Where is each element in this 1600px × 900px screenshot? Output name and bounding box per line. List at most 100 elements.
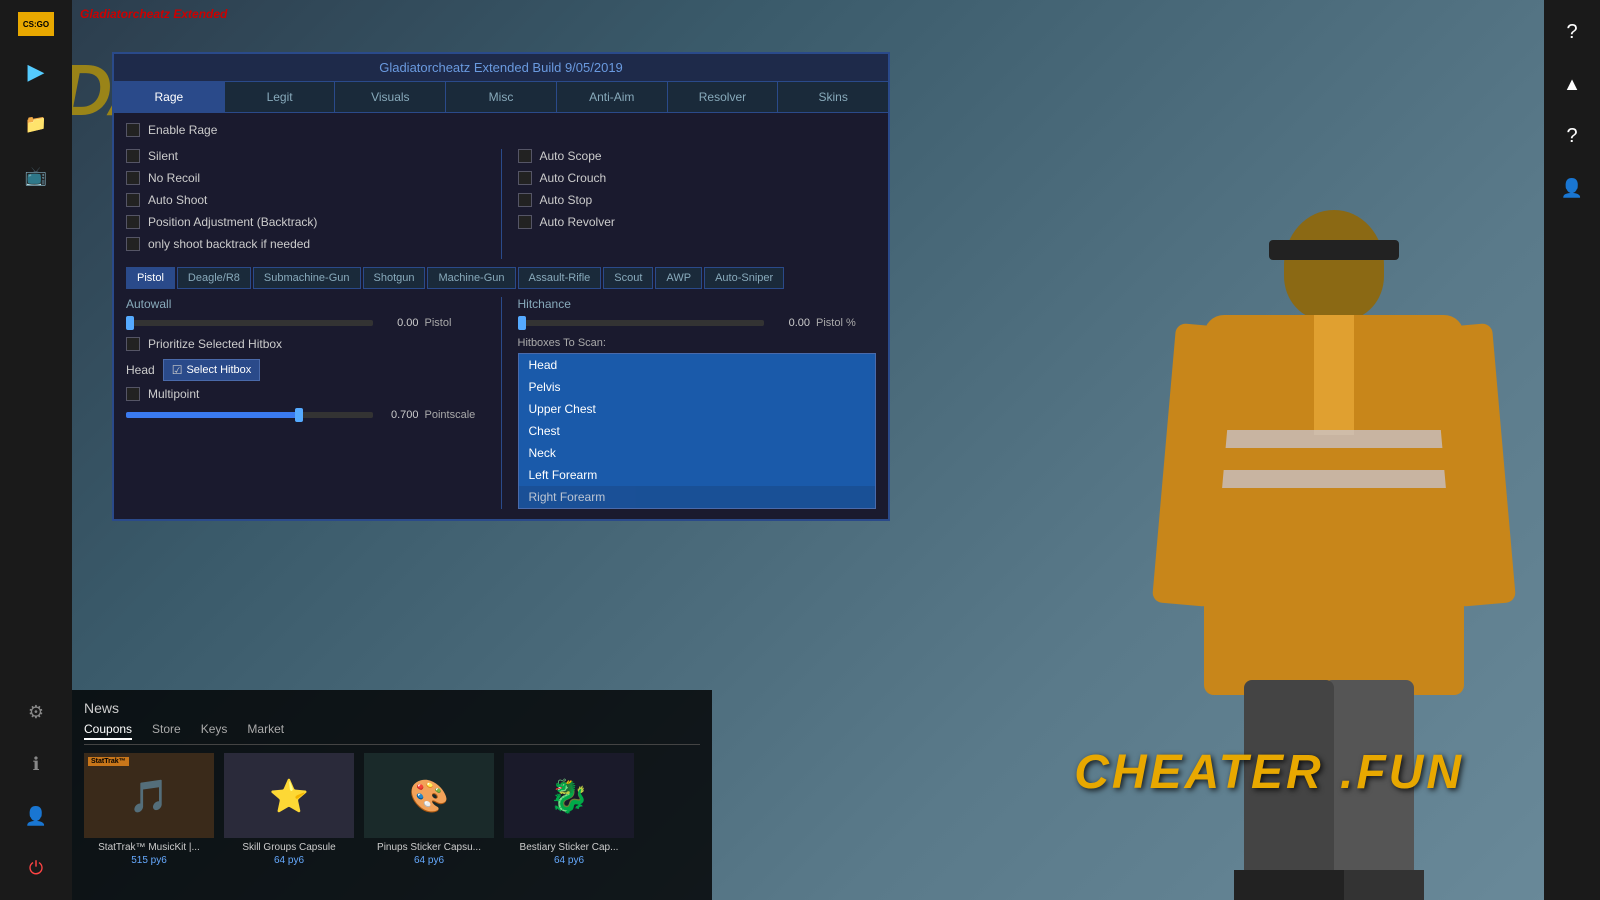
right-up-icon[interactable]: ▲ bbox=[1548, 60, 1596, 108]
checkbox-indicator: ☑ bbox=[172, 363, 183, 377]
hitbox-header: Head ☑ Select Hitbox bbox=[126, 359, 485, 381]
tab-skins[interactable]: Skins bbox=[778, 82, 888, 112]
hitbox-item-neck[interactable]: Neck bbox=[519, 442, 876, 464]
hitbox-dropdown: Head Pelvis Upper Chest Chest Neck Left … bbox=[518, 353, 877, 509]
panel-body: Enable Rage Silent No Recoil A bbox=[114, 113, 888, 519]
auto-stop-label: Auto Stop bbox=[540, 193, 593, 207]
hitchance-title: Hitchance bbox=[518, 297, 877, 311]
auto-revolver-checkbox[interactable] bbox=[518, 215, 532, 229]
sidebar-play-button[interactable]: ▶ bbox=[12, 48, 60, 96]
sidebar-loadout-icon[interactable]: 📁 bbox=[12, 100, 60, 148]
pointscale-thumb[interactable] bbox=[295, 408, 303, 422]
weapon-tab-machine-gun[interactable]: Machine-Gun bbox=[427, 267, 515, 289]
news-icon-3: 🎨 bbox=[409, 777, 449, 815]
no-recoil-row: No Recoil bbox=[126, 171, 485, 185]
news-title: News bbox=[84, 700, 700, 716]
sidebar-power-icon[interactable]: ⏻ bbox=[12, 844, 60, 892]
enable-rage-label: Enable Rage bbox=[148, 123, 217, 137]
weapon-tab-shotgun[interactable]: Shotgun bbox=[363, 267, 426, 289]
hitbox-item-pelvis[interactable]: Pelvis bbox=[519, 376, 876, 398]
tab-rage[interactable]: Rage bbox=[114, 82, 225, 112]
weapon-tab-deagle[interactable]: Deagle/R8 bbox=[177, 267, 251, 289]
hitchance-slider-row: 0.00 Pistol % bbox=[518, 317, 877, 329]
weapon-tab-scout[interactable]: Scout bbox=[603, 267, 653, 289]
hitchance-track[interactable] bbox=[518, 320, 765, 326]
auto-scope-checkbox[interactable] bbox=[518, 149, 532, 163]
sidebar-info-icon[interactable]: ℹ bbox=[12, 740, 60, 788]
tab-visuals[interactable]: Visuals bbox=[335, 82, 446, 112]
silent-checkbox[interactable] bbox=[126, 149, 140, 163]
tab-legit[interactable]: Legit bbox=[225, 82, 336, 112]
news-thumb-1[interactable]: 🎵 StatTrak™ bbox=[84, 753, 214, 838]
autowall-track[interactable] bbox=[126, 320, 373, 326]
cheater-fun-text: CHEATER .FUN bbox=[1074, 745, 1464, 800]
hitbox-item-head[interactable]: Head bbox=[519, 354, 876, 376]
autowall-value: 0.00 bbox=[379, 317, 419, 329]
autowall-title: Autowall bbox=[126, 297, 485, 311]
sidebar-tv-icon[interactable]: 📺 bbox=[12, 152, 60, 200]
weapon-tab-smg[interactable]: Submachine-Gun bbox=[253, 267, 361, 289]
weapon-tab-assault-rifle[interactable]: Assault-Rifle bbox=[518, 267, 602, 289]
news-tab-market[interactable]: Market bbox=[247, 722, 284, 740]
news-thumb-3[interactable]: 🎨 bbox=[364, 753, 494, 838]
news-thumb-4[interactable]: 🐉 bbox=[504, 753, 634, 838]
hitbox-head-label: Head bbox=[126, 363, 155, 377]
cheat-title-text: Gladiatorcheatz Extended bbox=[80, 7, 227, 21]
hitbox-item-upper-chest[interactable]: Upper Chest bbox=[519, 398, 876, 420]
weapon-tab-auto-sniper[interactable]: Auto-Sniper bbox=[704, 267, 784, 289]
right-question-icon[interactable]: ? bbox=[1548, 112, 1596, 160]
auto-crouch-row: Auto Crouch bbox=[518, 171, 877, 185]
news-tab-keys[interactable]: Keys bbox=[201, 722, 228, 740]
news-icon-2: ⭐ bbox=[269, 777, 309, 815]
left-sidebar: CS:GO ▶ 📁 📺 ⚙ ℹ 👤 ⏻ bbox=[0, 0, 72, 900]
tab-resolver[interactable]: Resolver bbox=[668, 82, 779, 112]
silent-row: Silent bbox=[126, 149, 485, 163]
news-price-4: 64 py6 bbox=[504, 855, 634, 866]
position-adjust-checkbox[interactable] bbox=[126, 215, 140, 229]
enable-rage-checkbox[interactable] bbox=[126, 123, 140, 137]
tab-misc[interactable]: Misc bbox=[446, 82, 557, 112]
right-user-icon[interactable]: 👤 bbox=[1548, 164, 1596, 212]
sidebar-settings-icon[interactable]: ⚙ bbox=[12, 688, 60, 736]
select-hitbox-button[interactable]: ☑ Select Hitbox bbox=[163, 359, 261, 381]
news-thumb-2[interactable]: ⭐ bbox=[224, 753, 354, 838]
sidebar-user-icon[interactable]: 👤 bbox=[12, 792, 60, 840]
hitchance-value: 0.00 bbox=[770, 317, 810, 329]
auto-crouch-checkbox[interactable] bbox=[518, 171, 532, 185]
auto-shoot-checkbox[interactable] bbox=[126, 193, 140, 207]
autowall-thumb[interactable] bbox=[126, 316, 134, 330]
multipoint-checkbox[interactable] bbox=[126, 387, 140, 401]
auto-revolver-row: Auto Revolver bbox=[518, 215, 877, 229]
auto-stop-checkbox[interactable] bbox=[518, 193, 532, 207]
no-recoil-checkbox[interactable] bbox=[126, 171, 140, 185]
autowall-unit: Pistol bbox=[425, 317, 485, 329]
weapon-tab-pistol[interactable]: Pistol bbox=[126, 267, 175, 289]
pointscale-fill bbox=[126, 412, 299, 418]
hitbox-item-left-forearm[interactable]: Left Forearm bbox=[519, 464, 876, 486]
pointscale-track[interactable] bbox=[126, 412, 373, 418]
auto-crouch-label: Auto Crouch bbox=[540, 171, 607, 185]
hitchance-thumb[interactable] bbox=[518, 316, 526, 330]
pointscale-row: 0.700 Pointscale bbox=[126, 409, 485, 421]
hitbox-item-right-forearm[interactable]: Right Forearm bbox=[519, 486, 876, 508]
prioritize-row: Prioritize Selected Hitbox bbox=[126, 337, 485, 351]
hitbox-item-chest[interactable]: Chest bbox=[519, 420, 876, 442]
weapon-tab-awp[interactable]: AWP bbox=[655, 267, 702, 289]
news-tab-store[interactable]: Store bbox=[152, 722, 181, 740]
news-tab-coupons[interactable]: Coupons bbox=[84, 722, 132, 740]
column-divider bbox=[501, 149, 502, 259]
news-items: 🎵 StatTrak™ StatTrak™ MusicKit |... 515 … bbox=[84, 753, 700, 866]
hitboxes-scan-label: Hitboxes To Scan: bbox=[518, 337, 877, 349]
tab-anti-aim[interactable]: Anti-Aim bbox=[557, 82, 668, 112]
auto-scope-label: Auto Scope bbox=[540, 149, 602, 163]
two-column-layout: Silent No Recoil Auto Shoot Position Adj… bbox=[126, 149, 876, 259]
right-help-icon[interactable]: ? bbox=[1548, 8, 1596, 56]
select-hitbox-label: Select Hitbox bbox=[186, 364, 251, 376]
backtrack-checkbox[interactable] bbox=[126, 237, 140, 251]
news-item-1: 🎵 StatTrak™ StatTrak™ MusicKit |... 515 … bbox=[84, 753, 214, 866]
pointscale-value: 0.700 bbox=[379, 409, 419, 421]
auto-scope-row: Auto Scope bbox=[518, 149, 877, 163]
prioritize-label: Prioritize Selected Hitbox bbox=[148, 337, 282, 351]
prioritize-checkbox[interactable] bbox=[126, 337, 140, 351]
news-price-2: 64 py6 bbox=[224, 855, 354, 866]
